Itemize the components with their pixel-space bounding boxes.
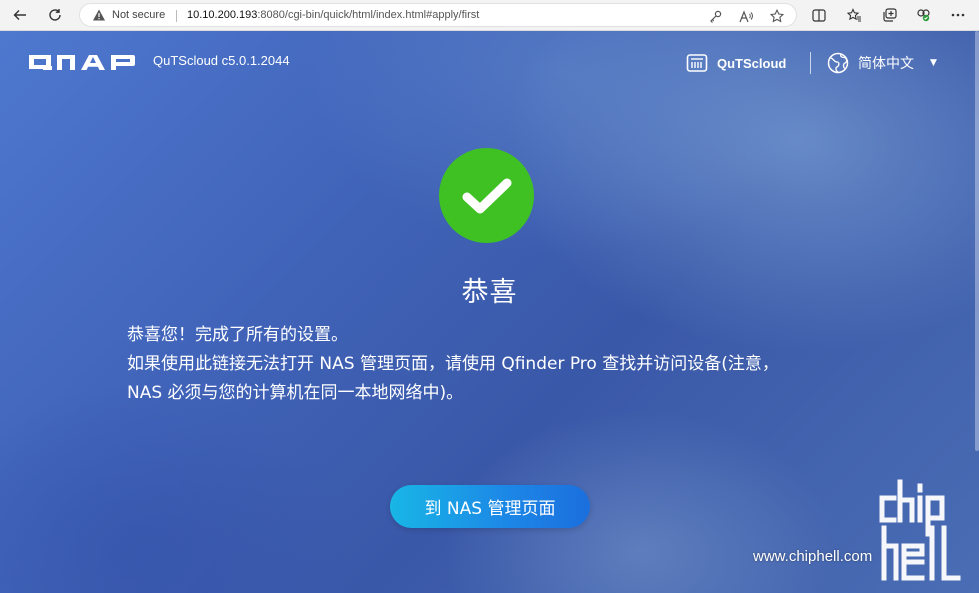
url-host: 10.10.200.193 xyxy=(187,9,258,21)
chiphell-watermark-logo xyxy=(879,479,961,581)
more-icon[interactable] xyxy=(948,5,968,25)
favorites-icon[interactable] xyxy=(844,5,864,25)
globe-icon xyxy=(827,52,849,74)
qutscloud-link[interactable]: QuTScloud xyxy=(686,51,786,75)
split-screen-icon[interactable] xyxy=(809,5,829,25)
chevron-down-icon: ▼ xyxy=(930,58,937,68)
collections-icon[interactable] xyxy=(879,5,899,25)
server-icon xyxy=(686,54,708,72)
back-icon[interactable] xyxy=(9,4,31,26)
url-path: :8080/cgi-bin/quick/html/index.html#appl… xyxy=(257,9,480,21)
watermark-url: www.chiphell.com xyxy=(753,548,873,565)
refresh-icon[interactable] xyxy=(44,4,66,26)
favorite-star-icon[interactable] xyxy=(769,8,785,24)
language-label: 简体中文 xyxy=(858,56,914,72)
qutscloud-label: QuTScloud xyxy=(717,55,787,71)
language-selector[interactable]: 简体中文 ▼ xyxy=(827,51,937,75)
url-text[interactable]: 10.10.200.193:8080/cgi-bin/quick/html/in… xyxy=(187,9,479,21)
success-check-icon xyxy=(439,148,534,243)
header-divider xyxy=(810,52,811,74)
read-aloud-icon[interactable] xyxy=(738,8,754,24)
key-icon[interactable] xyxy=(707,8,723,24)
setup-complete-page: QuTScloud c5.0.1.2044 QuTScloud 简体中文 ▼ 恭… xyxy=(0,31,979,593)
go-to-nas-management-button[interactable]: 到 NAS 管理页面 xyxy=(390,485,590,528)
page-title: 恭喜 xyxy=(461,277,518,308)
message-line-1: 恭喜您！完成了所有的设置。 xyxy=(127,325,348,345)
extension-icon[interactable] xyxy=(913,5,933,25)
app-version: QuTScloud c5.0.1.2044 xyxy=(153,53,290,68)
message-line-2: 如果使用此链接无法打开 NAS 管理页面，请使用 Qfinder Pro 查找并… xyxy=(127,354,779,374)
address-divider xyxy=(176,10,177,22)
message-line-3: NAS 必须与您的计算机在同一本地网络中)。 xyxy=(127,383,464,403)
scrollbar[interactable] xyxy=(975,31,979,451)
browser-toolbar: Not secure 10.10.200.193:8080/cgi-bin/qu… xyxy=(0,0,979,31)
security-label[interactable]: Not secure xyxy=(112,9,165,21)
warning-icon[interactable] xyxy=(92,8,106,22)
completion-message: 恭喜您！完成了所有的设置。 如果使用此链接无法打开 NAS 管理页面，请使用 Q… xyxy=(127,321,867,408)
address-bar[interactable]: Not secure 10.10.200.193:8080/cgi-bin/qu… xyxy=(79,3,797,27)
qnap-logo xyxy=(29,55,135,70)
